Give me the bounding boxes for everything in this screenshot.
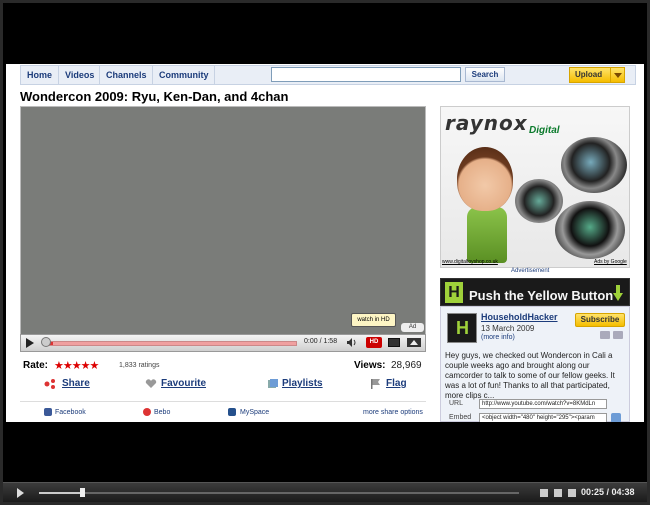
avatar[interactable] [447, 313, 477, 343]
channel-info-box: HouseholdHacker 13 March 2009 (more info… [440, 306, 630, 422]
upload-date: 13 March 2009 [481, 324, 535, 333]
ads-by-google-link[interactable]: Ads by Google [594, 259, 627, 265]
lens-image [555, 201, 625, 259]
nav-bar: Home Videos Channels Community Search Up… [20, 65, 636, 85]
watch-hd-tooltip: watch in HD [351, 313, 396, 327]
url-label: URL [449, 400, 464, 407]
heart-icon[interactable] [145, 379, 157, 389]
seek-knob[interactable] [80, 488, 85, 497]
url-field[interactable]: http://www.youtube.com/watch?v=8KMdLn [479, 399, 607, 409]
page-content: Home Videos Channels Community Search Up… [6, 64, 644, 422]
flag-button[interactable]: Flag [386, 378, 407, 389]
widescreen-icon[interactable] [388, 338, 400, 347]
ad-person-image [457, 147, 513, 211]
bebo-icon[interactable] [143, 408, 151, 416]
volume-icon[interactable] [347, 338, 357, 347]
banner-text: Push the Yellow Button [469, 288, 614, 303]
time-display: 0:00 / 1:58 [304, 338, 338, 345]
channel-name-link[interactable]: HouseholdHacker [481, 312, 558, 322]
upload-label: Upload [575, 70, 603, 79]
ad-badge: Ad [401, 323, 424, 332]
rating-count: 1,833 ratings [119, 362, 160, 369]
search-input[interactable] [271, 67, 461, 82]
flag-icon[interactable] [370, 379, 382, 389]
views-label: Views: [354, 360, 386, 371]
bebo-link[interactable]: Bebo [154, 409, 170, 416]
progress-knob[interactable] [41, 337, 51, 347]
channel-banner[interactable]: H Push the Yellow Button [440, 278, 630, 306]
rating-stars[interactable]: ★★★★★ [54, 359, 99, 372]
rate-label: Rate: [23, 360, 49, 371]
video-player[interactable]: watch in HD Ad [20, 106, 426, 352]
lens-image [561, 137, 627, 193]
ad-person-body [467, 207, 507, 263]
banner-logo: H [445, 282, 463, 303]
seek-fill [39, 492, 83, 494]
advertisement-label: Advertisement [511, 268, 550, 274]
video-description: Hey guys, we checked out Wondercon in Ca… [445, 351, 615, 400]
nav-videos-link[interactable]: Videos [59, 66, 100, 84]
nav-community-link[interactable]: Community [153, 66, 215, 84]
facebook-link[interactable]: Facebook [55, 409, 86, 416]
embed-field[interactable]: <object width="480" height="295"><param [479, 413, 607, 422]
views-count: 28,969 [391, 360, 422, 371]
player-controls: 0:00 / 1:58 HD [20, 334, 426, 352]
ad-logo-sub: Digital [529, 125, 560, 136]
chevron-down-icon[interactable] [610, 68, 624, 82]
hd-small-icon [600, 331, 610, 339]
nav-home-link[interactable]: Home [21, 66, 59, 84]
more-share-options-link[interactable]: more share options [363, 409, 423, 416]
nav-channels-link[interactable]: Channels [100, 66, 153, 84]
play-icon[interactable] [17, 488, 24, 498]
volume-icon[interactable] [540, 489, 548, 497]
lens-image [515, 179, 563, 223]
list-small-icon [613, 331, 623, 339]
progress-bar[interactable] [47, 341, 297, 346]
fullscreen-icon[interactable] [568, 489, 576, 497]
gear-icon[interactable] [611, 413, 621, 422]
share-divider [20, 401, 426, 402]
fullscreen-icon[interactable] [407, 338, 421, 347]
time-display: 00:25 / 04:38 [581, 487, 635, 497]
embed-label: Embed [449, 414, 472, 421]
play-icon[interactable] [26, 338, 34, 348]
playlists-button[interactable]: Playlists [282, 378, 323, 389]
share-icon[interactable] [44, 379, 56, 389]
subscribe-button[interactable]: Subscribe [575, 313, 625, 327]
ad-url-link[interactable]: www.digitaltoyshop.co.uk [442, 259, 498, 265]
hd-button[interactable]: HD [366, 337, 382, 348]
upload-button[interactable]: Upload [569, 67, 625, 83]
share-button[interactable]: Share [62, 378, 90, 389]
facebook-icon[interactable] [44, 408, 52, 416]
arrow-down-icon [613, 285, 623, 301]
ad-banner[interactable]: raynox Digital [440, 106, 630, 268]
settings-icon[interactable] [554, 489, 562, 497]
myspace-icon[interactable] [228, 408, 236, 416]
search-button[interactable]: Search [465, 67, 505, 82]
myspace-link[interactable]: MySpace [240, 409, 269, 416]
playlist-icon[interactable] [267, 379, 279, 389]
outer-player-controls: 00:25 / 04:38 [3, 482, 647, 502]
seek-bar[interactable] [39, 492, 519, 494]
favourite-button[interactable]: Favourite [161, 378, 206, 389]
video-title: Wondercon 2009: Ryu, Ken-Dan, and 4chan [20, 89, 289, 104]
more-info-link[interactable]: (more info) [481, 334, 515, 341]
